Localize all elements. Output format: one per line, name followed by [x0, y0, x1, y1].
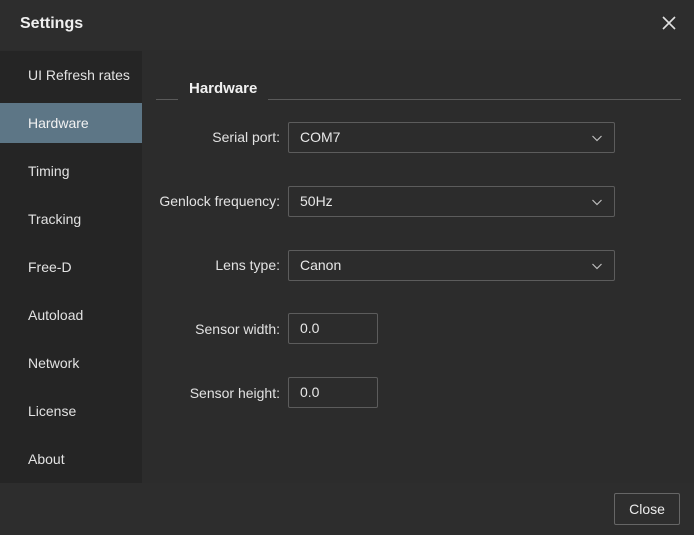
chevron-down-icon: [591, 132, 603, 144]
sidebar-item-license[interactable]: License: [0, 391, 142, 431]
dialog-footer: Close: [0, 483, 694, 535]
chevron-down-icon: [591, 260, 603, 272]
lens-type-value: Canon: [300, 257, 342, 273]
dialog-title: Settings: [20, 15, 84, 32]
sidebar-item-autoload[interactable]: Autoload: [0, 295, 142, 335]
sidebar-item-network[interactable]: Network: [0, 343, 142, 383]
sidebar-item-timing[interactable]: Timing: [0, 151, 142, 191]
group-divider: [156, 99, 178, 100]
sidebar-item-about[interactable]: About: [0, 439, 142, 479]
title-bar: Settings: [0, 0, 694, 50]
serial-port-select[interactable]: COM7: [288, 122, 615, 153]
sidebar-item-hardware[interactable]: Hardware: [0, 103, 142, 143]
lens-type-select[interactable]: Canon: [288, 250, 615, 281]
sensor-width-input[interactable]: 0.0: [288, 313, 378, 344]
genlock-frequency-value: 50Hz: [300, 193, 333, 209]
settings-sidebar: UI Refresh rates Hardware Timing Trackin…: [0, 51, 142, 483]
close-button[interactable]: Close: [614, 493, 680, 525]
genlock-frequency-label: Genlock frequency:: [159, 193, 280, 209]
lens-type-label: Lens type:: [215, 257, 280, 273]
genlock-frequency-select[interactable]: 50Hz: [288, 186, 615, 217]
sidebar-item-ui-refresh-rates[interactable]: UI Refresh rates: [0, 55, 142, 95]
sensor-height-label: Sensor height:: [189, 385, 280, 401]
chevron-down-icon: [591, 196, 603, 208]
serial-port-label: Serial port:: [212, 129, 280, 145]
group-title: Hardware: [189, 80, 258, 97]
serial-port-value: COM7: [300, 129, 341, 145]
settings-dialog: Settings UI Refresh rates Hardware Timin…: [0, 0, 694, 535]
sidebar-item-free-d[interactable]: Free-D: [0, 247, 142, 287]
sidebar-item-tracking[interactable]: Tracking: [0, 199, 142, 239]
sensor-width-label: Sensor width:: [195, 321, 280, 337]
close-icon[interactable]: [660, 14, 678, 32]
group-divider: [268, 99, 681, 100]
sensor-height-input[interactable]: 0.0: [288, 377, 378, 408]
hardware-panel: Hardware Serial port: COM7 Genlock frequ…: [142, 51, 694, 483]
